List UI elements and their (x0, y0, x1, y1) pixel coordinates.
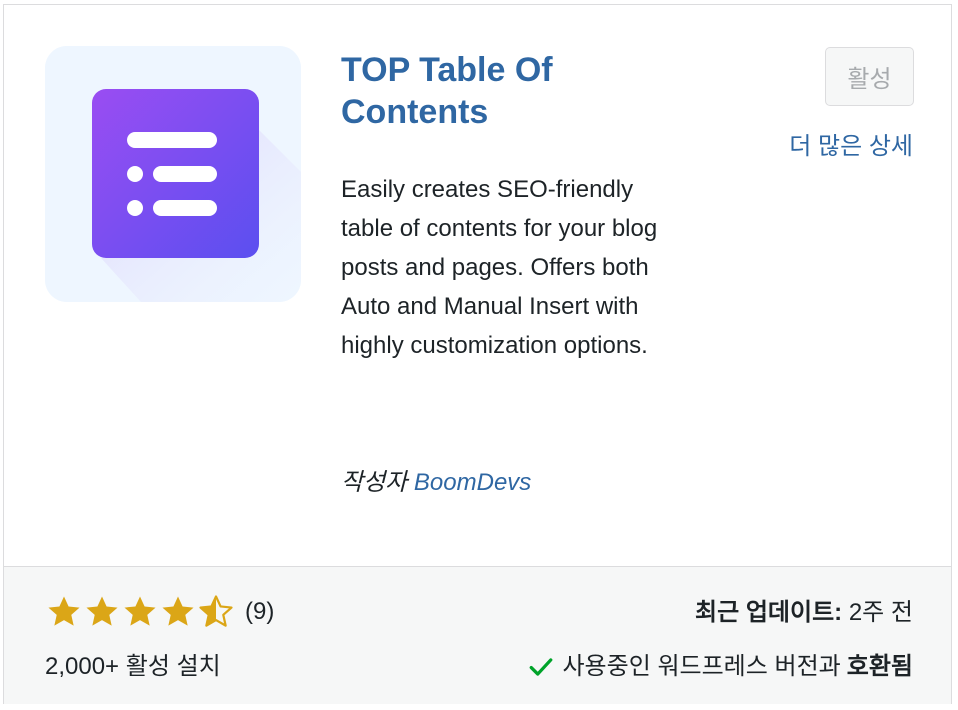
checkmark-icon (530, 658, 553, 676)
last-updated: 최근 업데이트: 2주 전 (695, 595, 913, 631)
plugin-title[interactable]: TOP Table Of Contents (341, 49, 641, 133)
star-filled-icon (86, 596, 118, 626)
last-updated-value: 2주 전 (848, 599, 913, 626)
plugin-description: Easily creates SEO-friendly table of con… (341, 176, 658, 359)
activate-button[interactable]: 활성 (825, 47, 914, 106)
active-installs: 2,000+ 활성 설치 (45, 653, 221, 680)
star-filled-icon (48, 596, 80, 626)
author-prefix: 작성자 (341, 469, 408, 496)
plugin-card-footer: (9) 2,000+ 활성 설치 최근 업데이트: 2주 전 사용중인 워드프레… (4, 566, 951, 704)
compatibility-status: 사용중인 워드프레스 버전과 호환됨 (528, 649, 913, 685)
rating-count: (9) (245, 598, 275, 625)
author-link[interactable]: BoomDevs (414, 469, 531, 496)
compat-prefix: 사용중인 워드프레스 버전과 (562, 653, 841, 680)
star-filled-icon (124, 596, 156, 626)
last-updated-label: 최근 업데이트: (695, 599, 843, 626)
plugin-card-top: TOP Table Of Contents Easily creates SEO… (4, 5, 951, 566)
plugin-icon[interactable] (45, 46, 301, 302)
star-half-icon (199, 595, 233, 627)
star-filled-icon (162, 596, 194, 626)
plugin-card: TOP Table Of Contents Easily creates SEO… (3, 4, 952, 704)
plugin-author: 작성자 BoomDevs (341, 465, 531, 501)
star-rating: (9) (45, 593, 274, 631)
compat-status: 호환됨 (846, 653, 913, 680)
list-icon (45, 46, 301, 302)
more-details-link[interactable]: 더 많은 상세 (789, 129, 913, 165)
